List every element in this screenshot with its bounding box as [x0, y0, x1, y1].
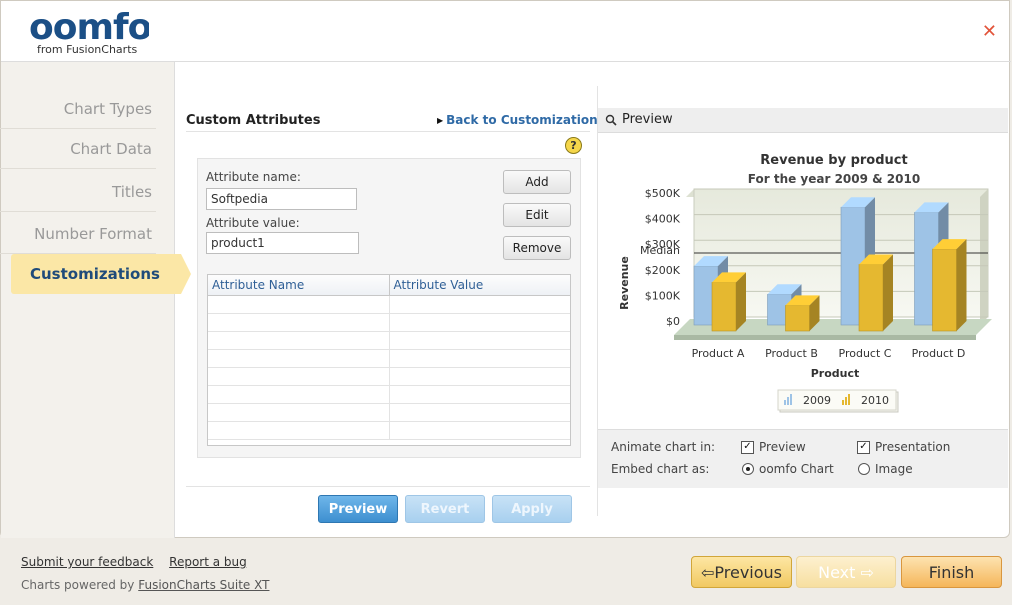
sidebar: Chart Types Chart Data Titles Number For…: [0, 62, 191, 538]
submit-feedback-link[interactable]: Submit your feedback: [21, 555, 153, 569]
legend-item: 2010: [861, 394, 889, 407]
embed-image-radio[interactable]: [858, 463, 870, 475]
column-header-attribute-value[interactable]: Attribute Value: [390, 275, 571, 295]
y-tick-label: $0: [666, 315, 680, 328]
attributes-table[interactable]: Attribute Name Attribute Value: [207, 274, 571, 446]
fusioncharts-link[interactable]: FusionCharts Suite XT: [138, 578, 269, 592]
y-tick-label: $400K: [645, 213, 681, 226]
sidebar-item-titles[interactable]: Titles: [0, 172, 156, 212]
table-row[interactable]: [208, 368, 570, 386]
powered-by: Charts powered by FusionCharts Suite XT: [21, 578, 269, 592]
table-header: Attribute Name Attribute Value: [208, 275, 570, 296]
preview-header: Preview: [598, 108, 1008, 133]
help-icon[interactable]: ?: [565, 137, 582, 154]
table-row[interactable]: [208, 422, 570, 440]
powered-by-prefix: Charts powered by: [21, 578, 135, 592]
sidebar-item-number-format[interactable]: Number Format: [0, 214, 156, 254]
bar: [932, 248, 957, 332]
magnifier-icon: [605, 114, 617, 126]
animate-preview-checkbox[interactable]: ✓: [741, 441, 754, 454]
table-row[interactable]: [208, 404, 570, 422]
table-row[interactable]: [208, 386, 570, 404]
attribute-name-input[interactable]: [206, 188, 357, 210]
legend-swatch: [848, 394, 850, 405]
add-button[interactable]: Add: [503, 170, 571, 194]
legend-swatch: [787, 397, 789, 405]
table-row[interactable]: [208, 350, 570, 368]
next-button[interactable]: Next ⇨: [796, 556, 896, 588]
remove-button[interactable]: Remove: [503, 236, 571, 260]
bar-side: [956, 239, 967, 331]
bar: [785, 305, 810, 332]
legend-swatch: [845, 397, 847, 405]
column-header-attribute-name[interactable]: Attribute Name: [208, 275, 390, 295]
x-tick-label: Product C: [839, 347, 892, 360]
finish-button[interactable]: Finish: [901, 556, 1002, 588]
svg-text:oomfo: oomfo: [29, 7, 149, 48]
sidebar-item-chart-data[interactable]: Chart Data: [0, 129, 156, 169]
preview-options: Animate chart in: ✓ Preview ✓ Presentati…: [598, 429, 1008, 488]
chart-legend: 2009 2010: [777, 389, 899, 413]
chart-floor-edge: [674, 335, 976, 340]
close-icon[interactable]: ✕: [982, 21, 997, 42]
trendline-label: Median: [640, 244, 680, 257]
footer-links: Submit your feedback Report a bug: [21, 555, 259, 569]
logo-subtitle: from FusionCharts: [37, 43, 138, 56]
x-tick-label: Product D: [912, 347, 966, 360]
apply-button[interactable]: Apply: [492, 495, 572, 523]
back-to-customization-link[interactable]: Back to Customization: [437, 113, 597, 127]
chart-preview: Revenue by product For the year 2009 & 2…: [598, 133, 1008, 428]
animate-label: Animate chart in:: [611, 440, 716, 454]
embed-oomfo-label: oomfo Chart: [759, 462, 834, 476]
y-tick-label: $100K: [645, 289, 681, 302]
divider: [186, 486, 590, 487]
report-bug-link[interactable]: Report a bug: [169, 555, 247, 569]
sidebar-item-customizations[interactable]: Customizations: [11, 254, 191, 294]
divider: [186, 131, 590, 132]
bar-side: [736, 272, 746, 331]
animate-presentation-checkbox[interactable]: ✓: [857, 441, 870, 454]
x-tick-label: Product A: [692, 347, 745, 360]
revenue-chart: Revenue by product For the year 2009 & 2…: [618, 153, 992, 413]
y-axis-title: Revenue: [618, 256, 631, 310]
chart-title: Revenue by product: [760, 153, 907, 168]
legend-swatch: [790, 394, 792, 405]
chart-subtitle: For the year 2009 & 2010: [748, 172, 920, 186]
preview-header-label: Preview: [622, 112, 673, 127]
embed-label: Embed chart as:: [611, 462, 710, 476]
legend-swatch: [784, 400, 786, 405]
embed-oomfo-radio[interactable]: [742, 463, 754, 475]
preview-button[interactable]: Preview: [318, 495, 398, 523]
bar-side: [883, 254, 893, 331]
previous-button[interactable]: ⇦Previous: [691, 556, 792, 588]
legend-swatch: [842, 400, 844, 405]
attribute-value-label: Attribute value:: [206, 216, 300, 230]
table-row[interactable]: [208, 296, 570, 314]
sidebar-item-chart-types[interactable]: Chart Types: [0, 89, 156, 129]
y-tick-label: $200K: [645, 264, 681, 277]
chart-canvas-side: [980, 189, 988, 325]
x-tick-label: Product B: [765, 347, 818, 360]
embed-image-label: Image: [875, 462, 913, 476]
animate-preview-label: Preview: [759, 440, 806, 454]
edit-button[interactable]: Edit: [503, 203, 571, 227]
revert-button[interactable]: Revert: [405, 495, 485, 523]
attribute-value-input[interactable]: [206, 232, 359, 254]
legend-item: 2009: [803, 394, 831, 407]
bar: [711, 282, 737, 332]
y-tick-label: $500K: [645, 187, 681, 200]
bar: [858, 264, 884, 332]
attribute-name-label: Attribute name:: [206, 170, 301, 184]
section-title: Custom Attributes: [186, 113, 321, 128]
table-row[interactable]: [208, 314, 570, 332]
header: oomfo from FusionCharts ✕: [1, 1, 1011, 62]
x-axis-title: Product: [811, 367, 860, 380]
table-row[interactable]: [208, 332, 570, 350]
animate-presentation-label: Presentation: [875, 440, 951, 454]
